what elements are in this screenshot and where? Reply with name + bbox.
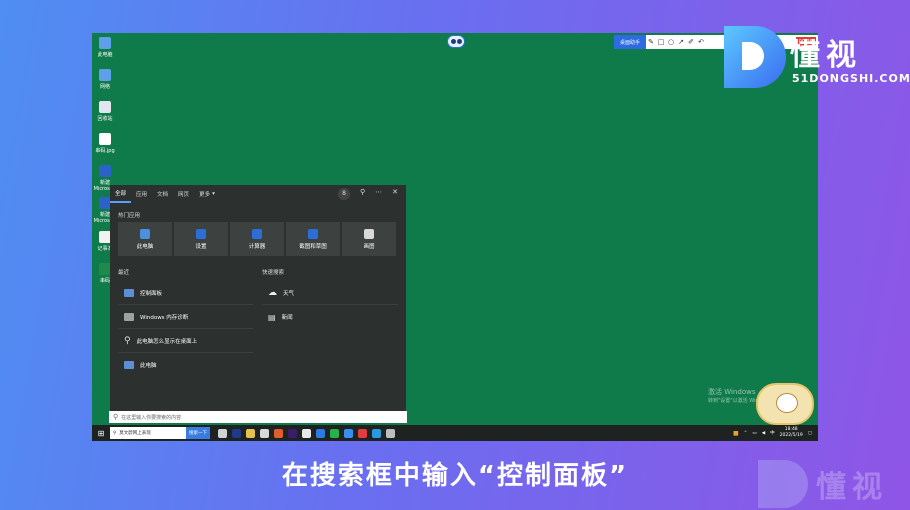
network-icon [99, 69, 111, 81]
feedback-icon[interactable]: ⚲ [360, 188, 365, 200]
search-icon: ⚲ [113, 430, 117, 436]
file-explorer-icon[interactable] [246, 428, 255, 438]
recent-item-control-panel[interactable]: 控制面板 [118, 281, 253, 305]
top-apps-title: 热门应用 [118, 213, 141, 219]
top-app-paint[interactable]: 画图 [342, 222, 396, 256]
browser-icon[interactable] [274, 428, 283, 438]
calculator-icon [252, 228, 262, 239]
rectangle-icon[interactable]: □ [656, 38, 666, 46]
brand-url: 51DONGSHI.COM [792, 72, 910, 85]
computer-icon [140, 228, 150, 239]
desktop-icon-image[interactable]: 串码.jpg [92, 133, 118, 154]
quick-item-news[interactable]: ▤ 新闻 [262, 305, 398, 329]
search-tabs: 全部 应用 文档 网页 更多 ▾ 8 ⚲ ⋯ ✕ [110, 185, 406, 203]
instruction-caption: 在搜索框中输入“控制面板” [281, 461, 629, 491]
chevron-up-icon[interactable]: ⌃ [744, 431, 748, 436]
quick-search-title: 快速搜索 [262, 270, 285, 276]
owl-assistant-icon[interactable] [447, 35, 465, 48]
search-input[interactable]: ⚲ 在这里输入你要搜索的内容 [109, 411, 407, 423]
top-apps-grid: 此电脑 设置 计算器 截图和草图 画图 [118, 222, 396, 256]
highlighter-icon[interactable]: ✐ [686, 38, 696, 46]
recent-title: 最近 [118, 270, 130, 276]
tab-apps[interactable]: 应用 [131, 185, 152, 203]
logo-d-mark-icon [724, 26, 786, 88]
notepad-icon[interactable] [302, 428, 311, 438]
system-tray: ■ ⌃ ▭ ◀ 中 18:48 2022/5/19 ▢ [733, 427, 818, 439]
taskbar: ⊞ ⚲ 莫文蔚网上表现 搜索一下 ■ ⌃ ▭ ◀ 中 18:48 2022/5/… [92, 425, 818, 441]
chrome-icon[interactable] [260, 428, 269, 438]
desktop-icon-this-pc[interactable]: 此电脑 [92, 37, 118, 58]
taskbar-search-box[interactable]: ⚲ 莫文蔚网上表现 搜索一下 [110, 427, 210, 439]
top-app-this-pc[interactable]: 此电脑 [118, 222, 172, 256]
quick-item-weather[interactable]: ☁ 天气 [262, 281, 398, 305]
top-app-settings[interactable]: 设置 [174, 222, 228, 256]
chevron-down-icon: ▾ [212, 191, 215, 197]
photoshop-icon[interactable] [232, 428, 241, 438]
notification-icon[interactable]: ▢ [808, 431, 812, 436]
weather-icon: ☁ [268, 287, 277, 298]
qq-icon[interactable] [344, 428, 353, 438]
task-view-icon[interactable] [218, 428, 227, 438]
snip-icon [308, 228, 318, 239]
close-icon[interactable]: ✕ [392, 188, 398, 200]
gear-icon [196, 228, 206, 239]
computer-icon [99, 37, 111, 49]
undo-icon[interactable]: ↶ [696, 38, 706, 46]
edge-icon[interactable] [372, 428, 381, 438]
input-method-indicator[interactable]: 中 [770, 430, 775, 436]
arrow-icon[interactable]: ↗ [676, 38, 686, 46]
recent-item-memory-diagnostic[interactable]: Windows 内存诊断 [118, 305, 253, 329]
word-doc-icon [99, 165, 111, 177]
news-icon: ▤ [268, 312, 276, 322]
volume-icon[interactable]: ◀ [762, 431, 765, 436]
windows-start-icon[interactable]: ⊞ [92, 429, 110, 438]
tab-documents[interactable]: 文档 [152, 185, 173, 203]
image-file-icon [99, 133, 111, 145]
circle-icon[interactable]: ○ [666, 38, 676, 46]
brand-name: 懂视 [790, 38, 862, 73]
brand-logo: 懂视 51DONGSHI.COM [724, 26, 910, 98]
search-panel: 全部 应用 文档 网页 更多 ▾ 8 ⚲ ⋯ ✕ 热门应用 此电脑 设置 计算器… [110, 185, 406, 417]
more-options-icon[interactable]: ⋯ [375, 188, 382, 200]
recent-item-this-pc[interactable]: 此电脑 [118, 353, 253, 377]
search-icon: ⚲ [124, 335, 131, 346]
mascot-sticker [756, 383, 814, 425]
recent-item-search-query[interactable]: ⚲ 此电脑怎么显示在桌面上 [118, 329, 253, 353]
app-icon[interactable] [316, 428, 325, 438]
top-app-snip[interactable]: 截图和草图 [286, 222, 340, 256]
desktop-icon-network[interactable]: 网络 [92, 69, 118, 90]
rewards-badge[interactable]: 8 [337, 188, 350, 200]
toolbar-label[interactable]: 桌面助手 [614, 35, 647, 49]
recent-list: 控制面板 Windows 内存诊断 ⚲ 此电脑怎么显示在桌面上 此电脑 [118, 281, 253, 377]
desktop-screen: 此电脑 网络 回收站 串码.jpg 新建 Microsoft 新建 Micros… [92, 33, 818, 441]
music-icon[interactable] [358, 428, 367, 438]
computer-icon [124, 361, 134, 369]
paint-icon [364, 228, 374, 239]
control-panel-icon [124, 288, 134, 297]
top-app-calculator[interactable]: 计算器 [230, 222, 284, 256]
wechat-icon[interactable] [330, 428, 339, 438]
taskbar-search-button[interactable]: 搜索一下 [186, 427, 210, 439]
premiere-icon[interactable] [288, 428, 297, 438]
tab-web[interactable]: 网页 [173, 185, 194, 203]
network-icon[interactable]: ▭ [752, 431, 756, 436]
taskbar-clock[interactable]: 18:48 2022/5/19 [780, 427, 803, 439]
tab-more[interactable]: 更多 ▾ [194, 185, 220, 203]
quick-search-list: ☁ 天气 ▤ 新闻 [262, 281, 398, 329]
settings-icon[interactable] [386, 428, 395, 438]
search-icon: ⚲ [113, 413, 119, 421]
memory-diagnostic-icon [124, 312, 134, 321]
tab-all[interactable]: 全部 [110, 185, 132, 203]
desktop-icon-recycle-bin[interactable]: 回收站 [92, 101, 118, 122]
recycle-bin-icon [99, 101, 111, 113]
pen-icon[interactable]: ✎ [646, 38, 656, 46]
tray-app-icon[interactable]: ■ [733, 430, 739, 437]
taskbar-apps [218, 428, 395, 438]
